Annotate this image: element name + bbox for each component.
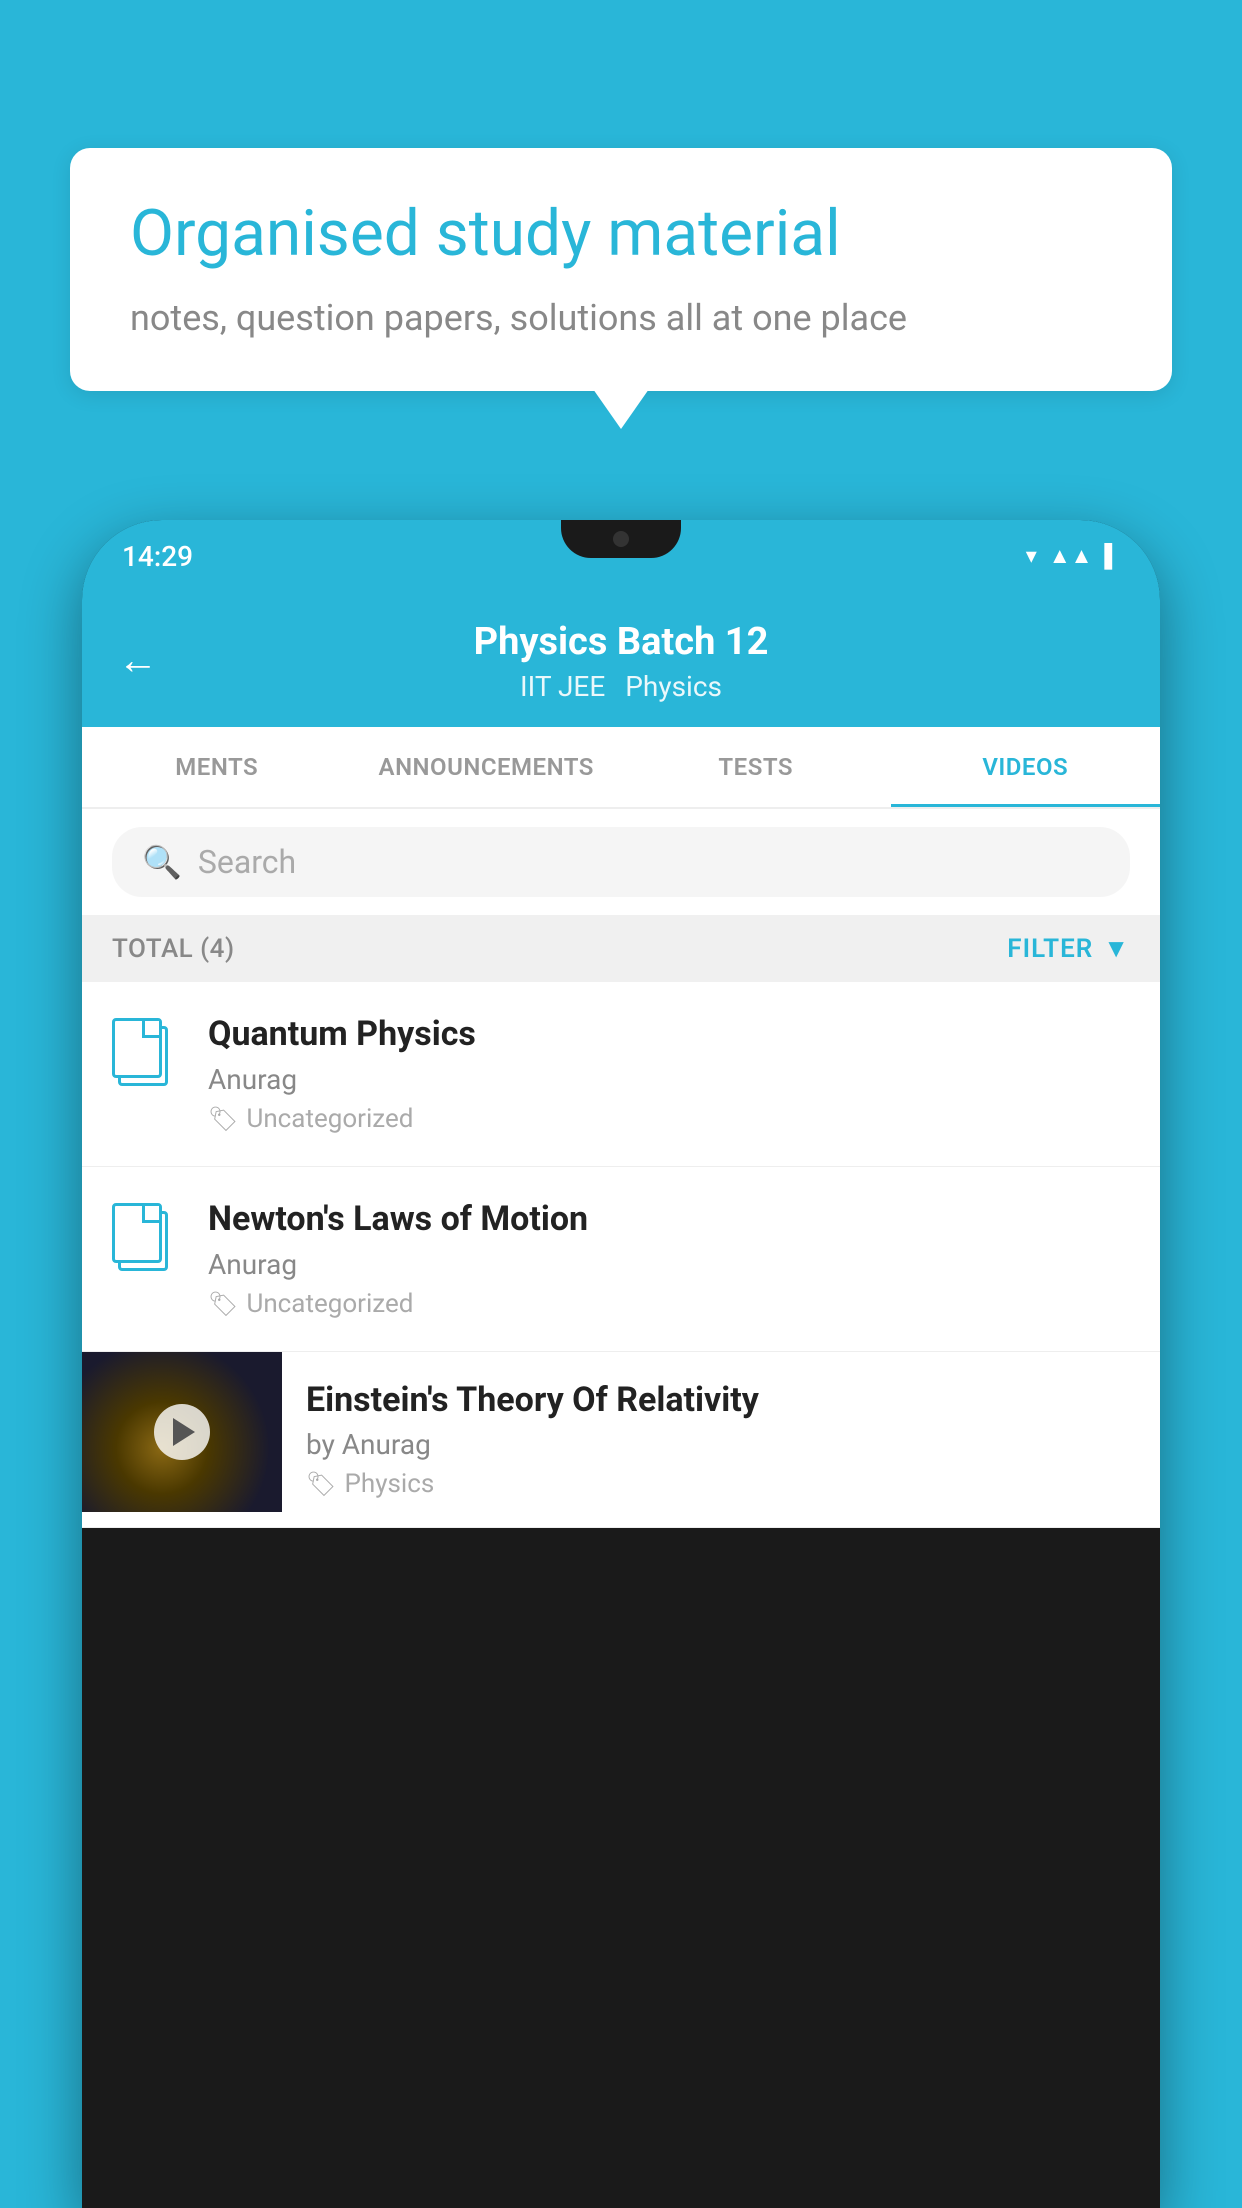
search-icon: 🔍 bbox=[142, 843, 182, 881]
item-author: by Anurag bbox=[306, 1428, 1136, 1461]
video-thumbnail bbox=[82, 1352, 282, 1512]
tag-icon: 🏷 bbox=[306, 1470, 336, 1498]
item-title: Newton's Laws of Motion bbox=[208, 1199, 1130, 1240]
play-icon bbox=[173, 1418, 195, 1446]
item-icon bbox=[112, 1018, 184, 1098]
list-item[interactable]: Quantum Physics Anurag 🏷 Uncategorized bbox=[82, 982, 1160, 1167]
item-tag: 🏷 Uncategorized bbox=[208, 1289, 1130, 1319]
tabs-bar: MENTS ANNOUNCEMENTS TESTS VIDEOS bbox=[82, 727, 1160, 809]
tag-label: Uncategorized bbox=[246, 1104, 413, 1134]
app-header: ← Physics Batch 12 IIT JEE Physics bbox=[82, 592, 1160, 727]
tab-videos[interactable]: VIDEOS bbox=[891, 727, 1161, 807]
phone-frame: 14:29 ▾ ▲▲ ▌ ← Physics Batch 12 IIT JEE … bbox=[82, 520, 1160, 2208]
item-content: Quantum Physics Anurag 🏷 Uncategorized bbox=[208, 1014, 1130, 1134]
header-tag-iitjee: IIT JEE bbox=[520, 670, 605, 703]
bubble-subtitle: notes, question papers, solutions all at… bbox=[130, 293, 1112, 343]
status-icons: ▾ ▲▲ ▌ bbox=[1026, 543, 1120, 569]
battery-icon: ▌ bbox=[1104, 543, 1120, 569]
bubble-title: Organised study material bbox=[130, 196, 1112, 273]
filter-button[interactable]: FILTER ▼ bbox=[1007, 933, 1130, 964]
tab-ments[interactable]: MENTS bbox=[82, 727, 352, 807]
item-icon bbox=[112, 1203, 184, 1283]
search-placeholder: Search bbox=[198, 843, 296, 881]
search-bar[interactable]: 🔍 Search bbox=[112, 827, 1130, 897]
doc-front-icon bbox=[112, 1203, 162, 1263]
filter-row: TOTAL (4) FILTER ▼ bbox=[82, 915, 1160, 982]
filter-label: FILTER bbox=[1007, 934, 1093, 964]
header-title: Physics Batch 12 bbox=[474, 620, 769, 664]
speech-bubble: Organised study material notes, question… bbox=[70, 148, 1172, 391]
status-time: 14:29 bbox=[122, 540, 193, 573]
signal-icon: ▲▲ bbox=[1049, 543, 1093, 569]
header-subtitle: IIT JEE Physics bbox=[520, 670, 722, 703]
tab-tests[interactable]: TESTS bbox=[621, 727, 891, 807]
filter-icon: ▼ bbox=[1103, 933, 1130, 964]
search-container: 🔍 Search bbox=[82, 809, 1160, 915]
camera-icon bbox=[613, 531, 629, 547]
header-tag-physics: Physics bbox=[625, 670, 722, 703]
tag-icon: 🏷 bbox=[208, 1105, 238, 1133]
item-title: Einstein's Theory Of Relativity bbox=[306, 1380, 1136, 1421]
item-author: Anurag bbox=[208, 1063, 1130, 1096]
back-button[interactable]: ← bbox=[118, 636, 158, 683]
total-count-label: TOTAL (4) bbox=[112, 934, 235, 964]
wifi-icon: ▾ bbox=[1026, 544, 1037, 569]
item-author: Anurag bbox=[208, 1248, 1130, 1281]
content-list: Quantum Physics Anurag 🏷 Uncategorized bbox=[82, 982, 1160, 1528]
tag-label: Physics bbox=[344, 1469, 434, 1499]
play-button[interactable] bbox=[154, 1404, 210, 1460]
phone-content: MENTS ANNOUNCEMENTS TESTS VIDEOS 🔍 Searc… bbox=[82, 727, 1160, 1528]
thumb-bg bbox=[82, 1352, 282, 1512]
speech-bubble-container: Organised study material notes, question… bbox=[70, 148, 1172, 391]
item-content: Newton's Laws of Motion Anurag 🏷 Uncateg… bbox=[208, 1199, 1130, 1319]
item-content: Einstein's Theory Of Relativity by Anura… bbox=[282, 1352, 1160, 1528]
tab-announcements[interactable]: ANNOUNCEMENTS bbox=[352, 727, 622, 807]
item-title: Quantum Physics bbox=[208, 1014, 1130, 1055]
list-item[interactable]: Newton's Laws of Motion Anurag 🏷 Uncateg… bbox=[82, 1167, 1160, 1352]
tag-icon: 🏷 bbox=[208, 1290, 238, 1318]
item-tag: 🏷 Uncategorized bbox=[208, 1104, 1130, 1134]
notch bbox=[561, 520, 681, 558]
list-item-thumb[interactable]: Einstein's Theory Of Relativity by Anura… bbox=[82, 1352, 1160, 1529]
status-bar: 14:29 ▾ ▲▲ ▌ bbox=[82, 520, 1160, 592]
item-tag: 🏷 Physics bbox=[306, 1469, 1136, 1499]
tag-label: Uncategorized bbox=[246, 1289, 413, 1319]
doc-front-icon bbox=[112, 1018, 162, 1078]
